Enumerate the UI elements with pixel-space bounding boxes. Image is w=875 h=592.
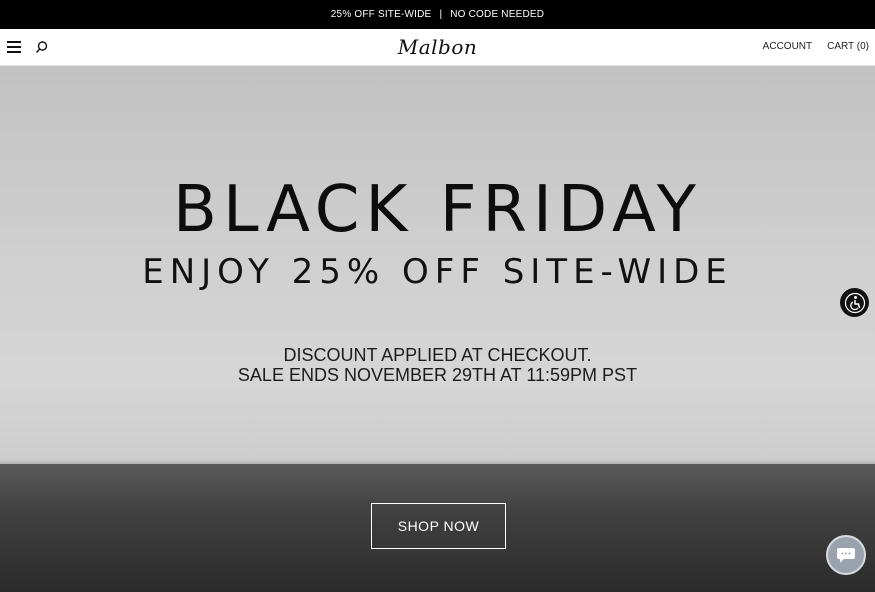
site-header: Malbon ACCOUNT CART (0)	[0, 29, 875, 66]
hero-detail-line1: DISCOUNT APPLIED AT CHECKOUT.	[283, 345, 592, 365]
hero-details: DISCOUNT APPLIED AT CHECKOUT. SALE ENDS …	[0, 345, 875, 385]
announcement-bar: 25% OFF SITE-WIDE | NO CODE NEEDED	[0, 0, 875, 29]
chat-icon[interactable]	[826, 535, 866, 575]
announcement-separator: |	[439, 9, 443, 20]
shop-now-button[interactable]: SHOP NOW	[371, 503, 506, 549]
hero-subheadline: ENJOY 25% OFF SITE-WIDE	[142, 252, 733, 292]
header-nav: ACCOUNT CART (0)	[763, 41, 869, 52]
hero-detail-line2: SALE ENDS NOVEMBER 29TH AT 11:59PM PST	[237, 365, 638, 385]
account-link[interactable]: ACCOUNT	[763, 41, 812, 52]
announcement-left: 25% OFF SITE-WIDE	[330, 9, 432, 20]
accessibility-icon[interactable]	[840, 288, 869, 317]
hero-banner: BLACK FRIDAY ENJOY 25% OFF SITE-WIDE DIS…	[0, 66, 875, 592]
hero-headline: BLACK FRIDAY	[173, 173, 702, 247]
announcement-right: NO CODE NEEDED	[450, 9, 545, 20]
brand-logo[interactable]: Malbon	[0, 35, 875, 59]
cart-link[interactable]: CART (0)	[827, 41, 869, 52]
